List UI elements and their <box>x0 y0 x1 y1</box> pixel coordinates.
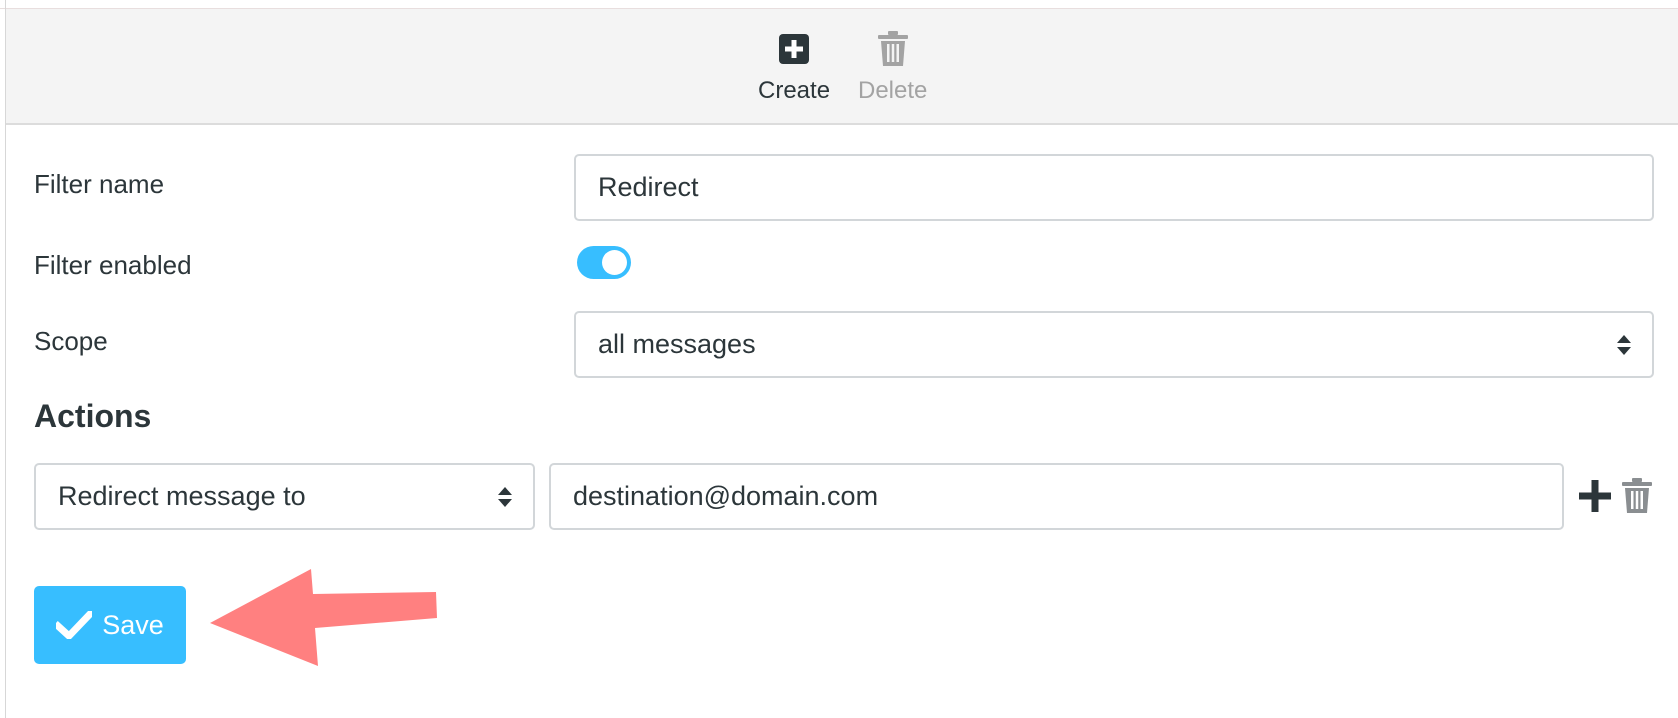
add-action-button[interactable] <box>1579 480 1611 517</box>
select-arrows-icon <box>498 486 512 507</box>
action-type-select[interactable]: Redirect message to <box>34 463 535 530</box>
toolbar: Create Delete <box>6 9 1678 125</box>
filter-name-value: Redirect <box>598 172 699 202</box>
action-type-value: Redirect message to <box>58 481 306 511</box>
filter-name-input[interactable]: Redirect <box>574 154 1654 221</box>
action-target-value: destination@domain.com <box>573 481 879 511</box>
create-label: Create <box>758 77 831 104</box>
delete-label: Delete <box>858 77 928 104</box>
top-border <box>0 0 1678 9</box>
scope-value: all messages <box>598 329 756 359</box>
save-label: Save <box>102 609 164 640</box>
filter-name-label: Filter name <box>34 169 165 199</box>
scope-label: Scope <box>34 326 108 356</box>
toggle-knob <box>602 250 627 275</box>
trash-icon <box>873 29 913 69</box>
select-arrows-icon <box>1617 334 1631 355</box>
filter-enabled-toggle[interactable] <box>577 246 631 279</box>
trash-icon <box>1622 478 1652 513</box>
scope-select[interactable]: all messages <box>574 311 1654 378</box>
filter-enabled-label: Filter enabled <box>34 250 192 280</box>
remove-action-button[interactable] <box>1621 478 1653 519</box>
action-target-input[interactable]: destination@domain.com <box>549 463 1564 530</box>
create-button[interactable]: Create <box>758 29 830 105</box>
save-button[interactable]: Save <box>34 586 186 664</box>
annotation-arrow-icon <box>210 569 437 666</box>
check-icon <box>56 611 93 639</box>
plus-square-icon <box>774 29 814 69</box>
actions-heading: Actions <box>34 398 152 434</box>
delete-button[interactable]: Delete <box>858 29 927 105</box>
plus-icon <box>1579 480 1611 512</box>
